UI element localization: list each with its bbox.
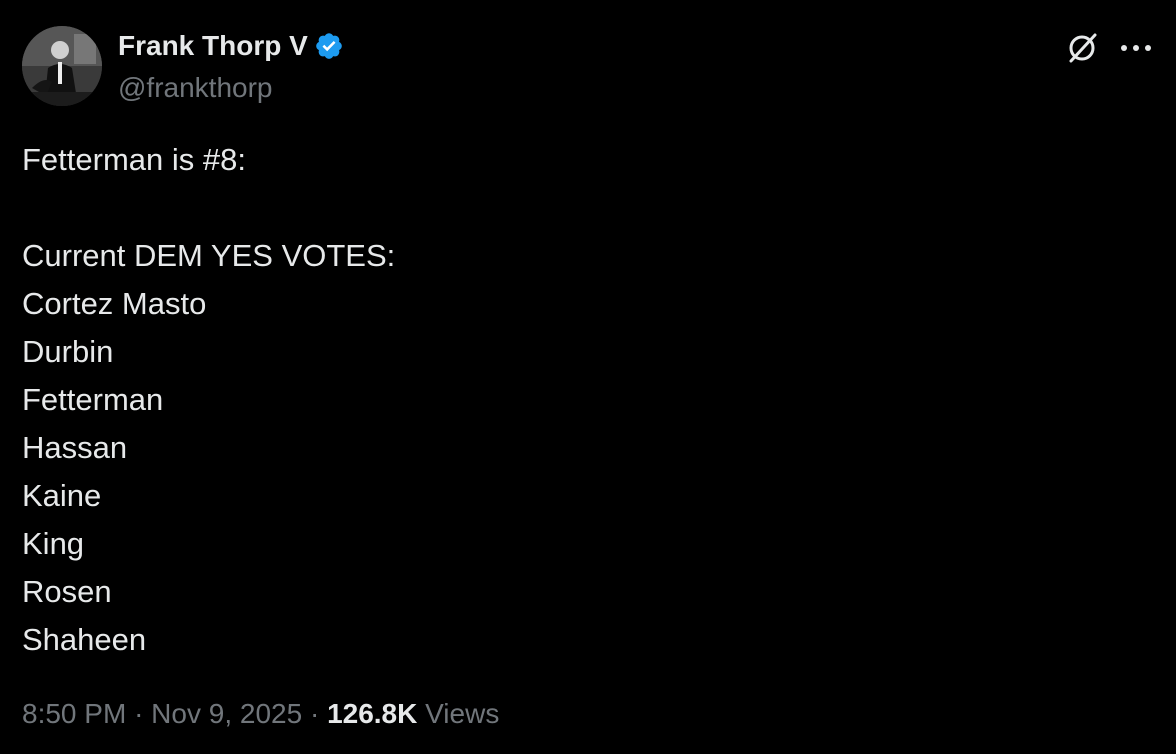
meta-separator: ·	[309, 698, 320, 729]
tweet: Frank Thorp V @frankthorp Fetterman is #…	[0, 0, 1176, 754]
author-name-text[interactable]: Frank Thorp V	[118, 28, 308, 64]
list-item: Kaine	[22, 478, 102, 513]
verified-badge-icon	[315, 33, 342, 59]
tweet-intro: Fetterman is #8:	[22, 142, 246, 177]
list-item: Shaheen	[22, 622, 147, 657]
avatar[interactable]	[22, 26, 102, 106]
more-button[interactable]	[1114, 28, 1158, 68]
meta-separator: ·	[134, 698, 144, 729]
views-count[interactable]: 126.8K	[327, 698, 417, 729]
list-item: Durbin	[22, 334, 114, 369]
more-icon	[1121, 45, 1151, 51]
tweet-list-header: Current DEM YES VOTES:	[22, 238, 396, 273]
grok-icon	[1069, 33, 1097, 63]
list-item: Hassan	[22, 430, 128, 465]
avatar-image	[22, 26, 102, 106]
tweet-time[interactable]: 8:50 PM	[22, 698, 126, 729]
views-label[interactable]: Views	[425, 698, 499, 729]
tweet-meta: 8:50 PM · Nov 9, 2025 · 126.8K Views	[22, 694, 499, 734]
grok-button[interactable]	[1062, 28, 1102, 68]
list-item: Cortez Masto	[22, 286, 207, 321]
author-name[interactable]: Frank Thorp V	[118, 28, 344, 64]
list-item: King	[22, 526, 85, 561]
tweet-text: Fetterman is #8: Current DEM YES VOTES: …	[22, 136, 1142, 664]
list-item: Fetterman	[22, 382, 164, 417]
list-item: Rosen	[22, 574, 112, 609]
tweet-date[interactable]: Nov 9, 2025	[151, 698, 302, 729]
author-handle[interactable]: @frankthorp	[118, 70, 273, 106]
